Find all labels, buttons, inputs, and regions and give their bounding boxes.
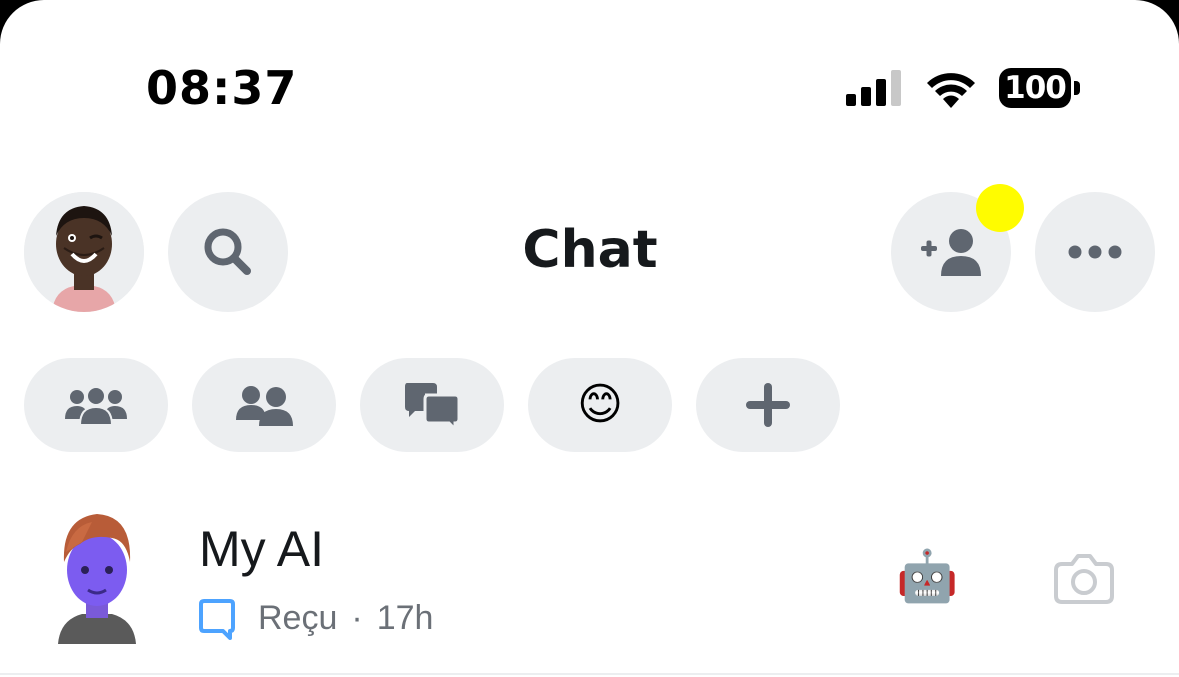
profile-avatar-button[interactable]	[24, 192, 144, 312]
chat-bubble-icon	[199, 599, 235, 640]
chat-status: Reçu	[258, 599, 338, 637]
battery-icon: 100	[999, 68, 1071, 108]
add-friend-icon	[921, 229, 981, 276]
camera-icon[interactable]	[1052, 552, 1116, 606]
signal-icon	[846, 70, 901, 106]
status-time: 08:37	[146, 61, 298, 115]
chat-time: 17h	[376, 599, 434, 637]
smiley-icon: 😊	[577, 379, 623, 430]
robot-badge-icon: 🤖	[896, 547, 959, 605]
my-ai-avatar	[58, 514, 136, 644]
filter-add-button[interactable]	[696, 358, 840, 452]
groups-icon	[65, 386, 127, 425]
battery-tip	[1074, 81, 1080, 95]
search-button[interactable]	[168, 192, 288, 312]
wifi-icon	[927, 73, 975, 108]
more-button[interactable]	[1035, 192, 1155, 312]
filter-chats-button[interactable]	[360, 358, 504, 452]
chat-subtitle: Reçu · 17h	[258, 596, 433, 640]
chat-screen: 08:37 100 Chat 😊 My AI Reçu · 17h 🤖	[0, 0, 1179, 677]
page-title: Chat	[522, 220, 658, 280]
filter-friends-button[interactable]	[192, 358, 336, 452]
notification-dot	[976, 184, 1024, 232]
more-icon	[1068, 245, 1122, 259]
chat-name: My AI	[199, 521, 325, 577]
filter-groups-button[interactable]	[24, 358, 168, 452]
filter-smiley-button[interactable]: 😊	[528, 358, 672, 452]
search-icon	[204, 228, 251, 275]
chats-icon	[405, 383, 461, 429]
plus-icon	[746, 383, 790, 427]
profile-avatar	[24, 192, 144, 312]
row-divider	[0, 673, 1179, 675]
chat-separator: ·	[351, 599, 363, 637]
friends-icon	[236, 386, 293, 426]
